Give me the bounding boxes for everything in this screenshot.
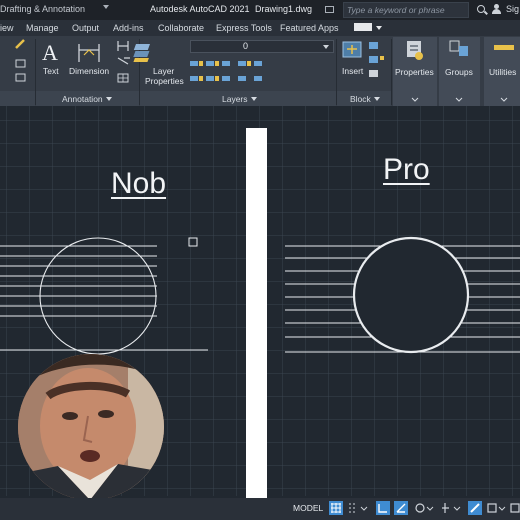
- grid-icon: [331, 503, 341, 513]
- selection-cycling-button[interactable]: [486, 501, 506, 515]
- snap-icon: [349, 503, 368, 513]
- nob-drawing[interactable]: [0, 237, 208, 355]
- ortho-toggle-button[interactable]: [376, 501, 390, 515]
- face-illustration: [18, 354, 164, 500]
- comparison-divider: [246, 128, 267, 498]
- ortho-icon: [378, 504, 387, 513]
- isodraft-button[interactable]: [413, 501, 434, 515]
- grid-toggle-button[interactable]: [329, 501, 343, 515]
- nob-label: Nob: [111, 167, 167, 200]
- snap-toggle-button[interactable]: [347, 501, 368, 515]
- isodraft-icon: [415, 503, 434, 513]
- selection-icon: [487, 503, 506, 513]
- lineweight-toggle-button[interactable]: [468, 501, 482, 515]
- annotation-icon: [510, 503, 520, 513]
- model-space-button[interactable]: MODEL: [293, 503, 323, 513]
- annotation-monitor-button[interactable]: [510, 501, 520, 515]
- pro-drawing[interactable]: [285, 236, 520, 354]
- autocad-window: { "titlebar": { "workspace": "Drafting &…: [0, 0, 520, 520]
- lineweight-icon: [470, 503, 480, 513]
- polar-icon: [396, 503, 406, 513]
- polar-toggle-button[interactable]: [394, 501, 408, 515]
- reaction-face-image: [18, 354, 164, 500]
- osnap-icon: [442, 503, 461, 513]
- osnap-button[interactable]: [441, 501, 461, 515]
- pro-label: Pro: [383, 153, 430, 186]
